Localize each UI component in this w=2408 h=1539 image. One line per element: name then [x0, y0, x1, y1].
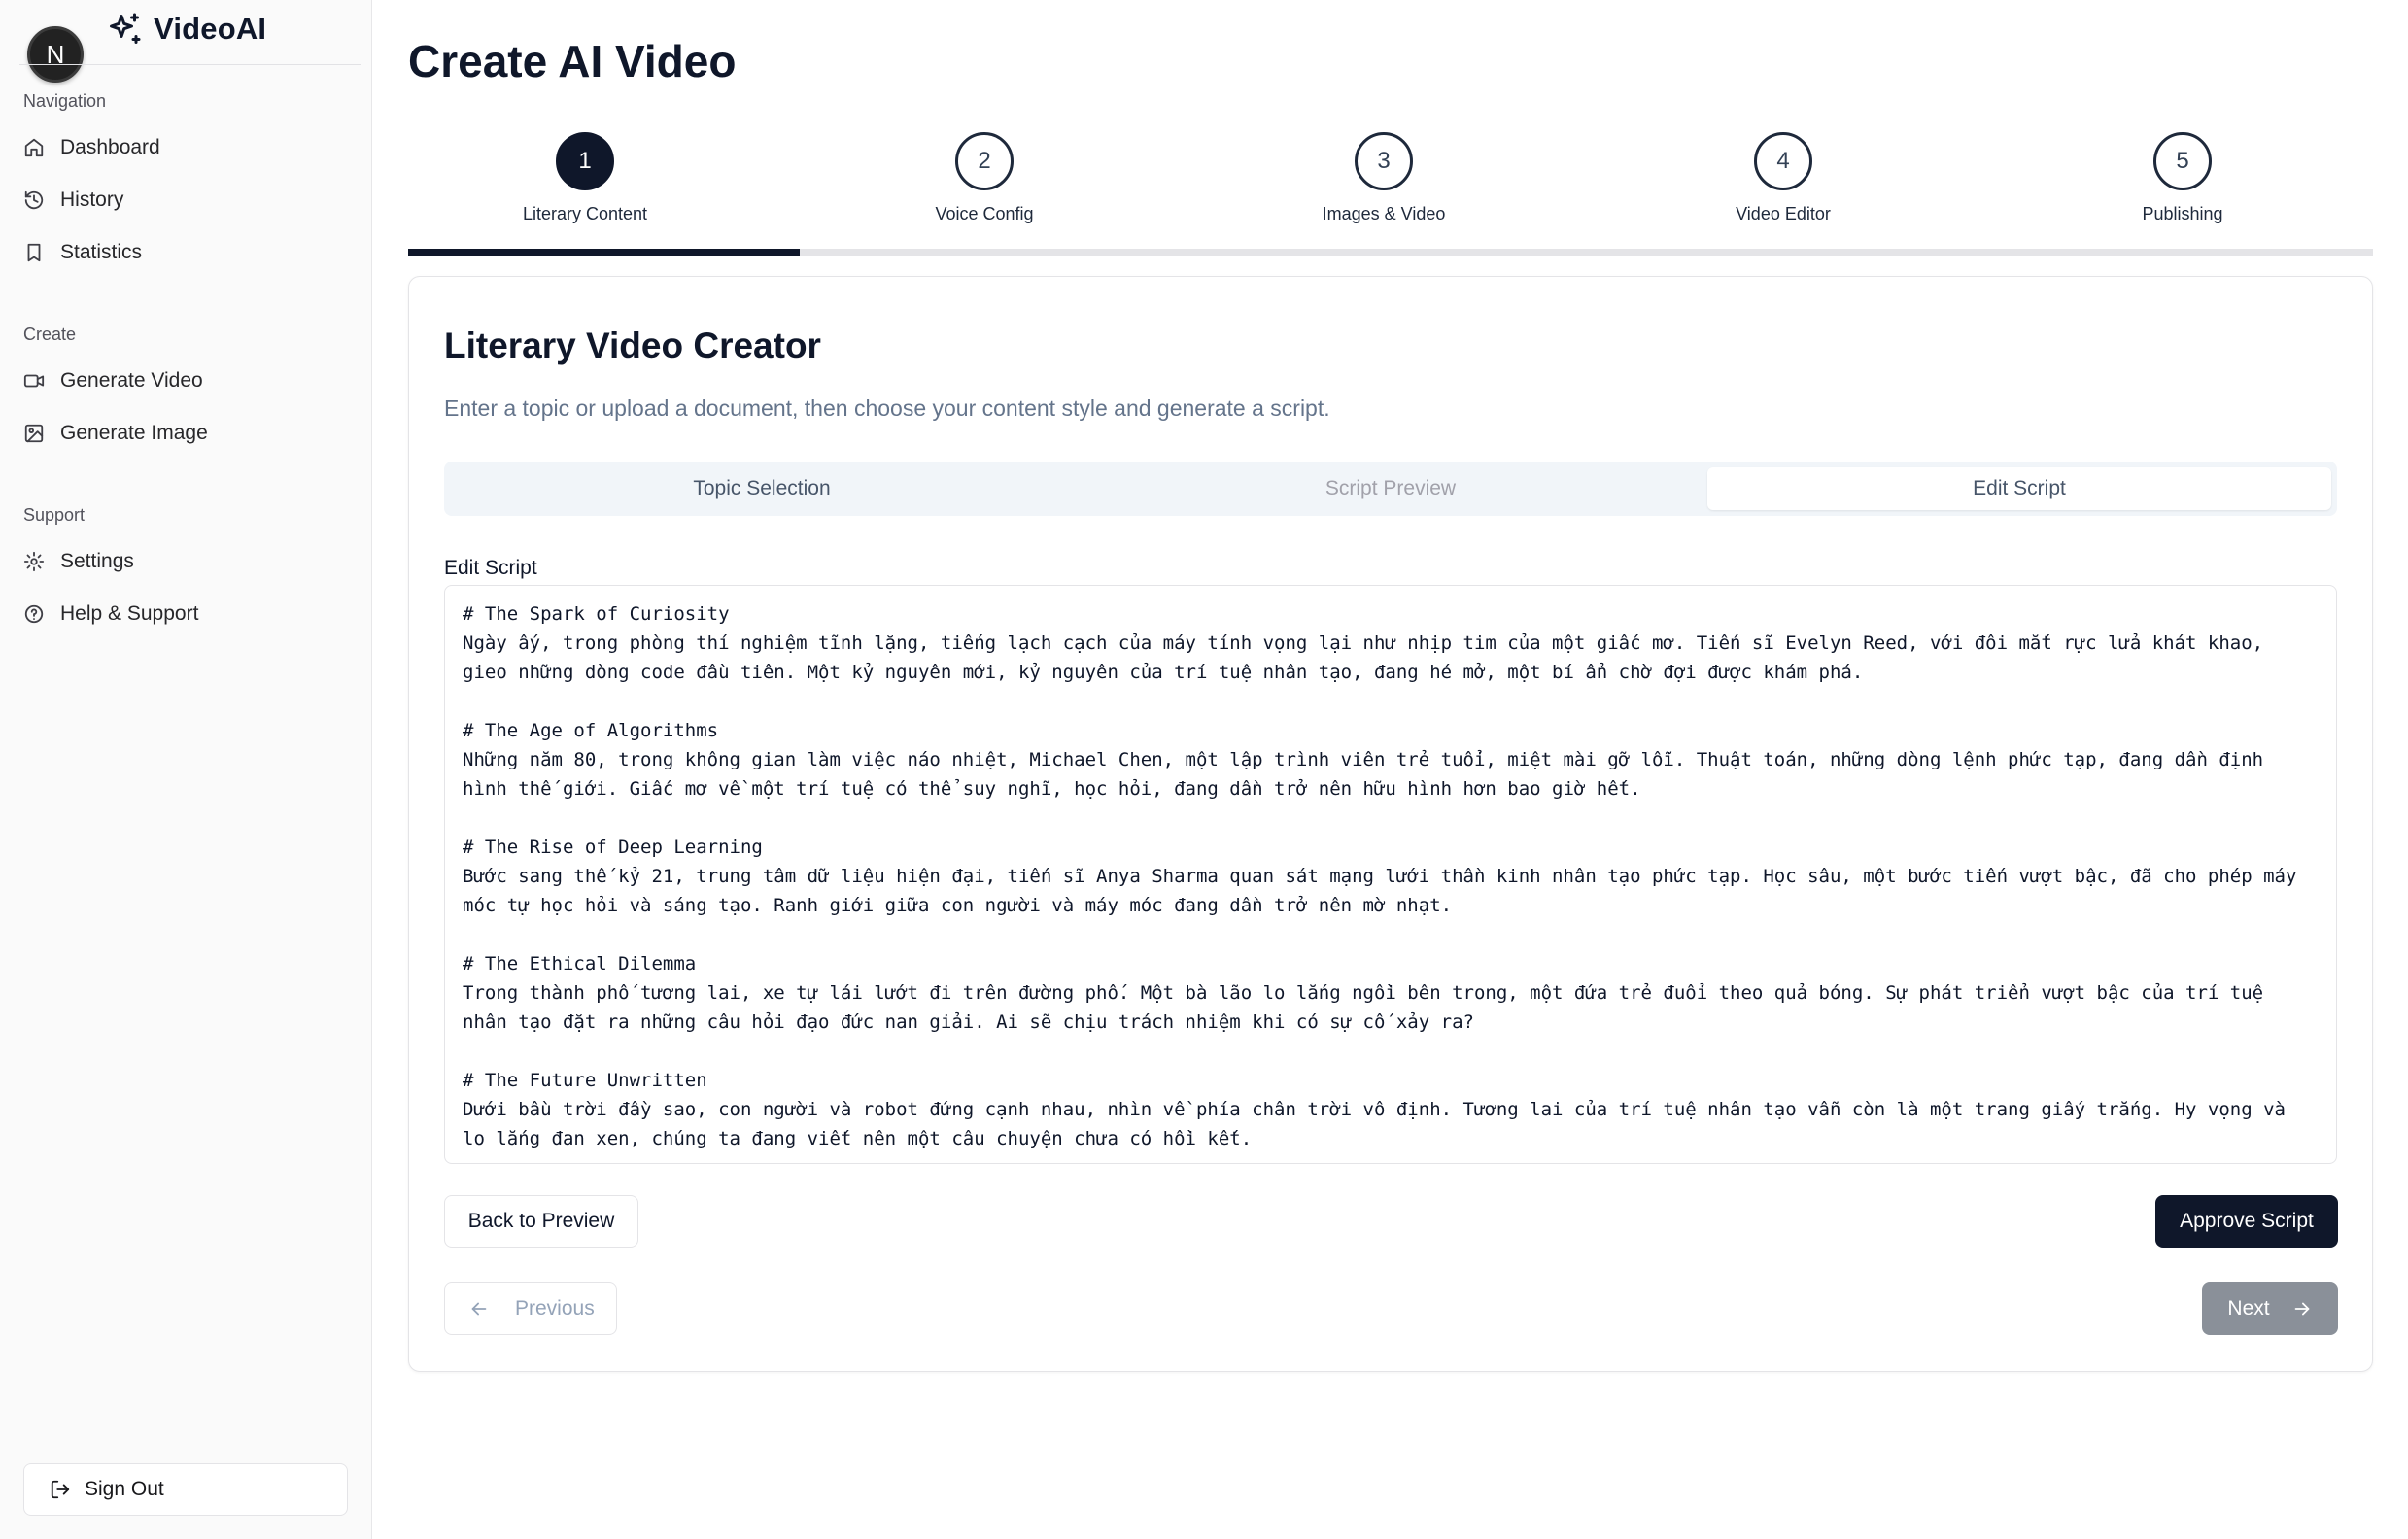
nav-section-support: Support [23, 505, 86, 525]
brand-divider [19, 64, 361, 65]
nav-section-navigation: Navigation [23, 91, 107, 111]
script-line: gieo những dòng code đầu tiên. Một kỷ ng… [463, 662, 1864, 683]
sidebar-item-help-support[interactable]: Help & Support [23, 595, 198, 633]
sign-out-label: Sign Out [85, 1478, 164, 1500]
sidebar-item-dashboard[interactable]: Dashboard [23, 128, 160, 167]
sidebar-item-statistics[interactable]: Statistics [23, 233, 142, 272]
next-label: Next [2227, 1297, 2270, 1319]
script-line: # The Age of Algorithms [463, 720, 719, 741]
bookmark-icon [27, 243, 41, 262]
edit-script-label: Edit Script [444, 557, 537, 579]
sidebar-item-history[interactable]: History [23, 181, 123, 220]
script-line [463, 687, 2319, 716]
script-line: # The Spark of Curiosity [463, 603, 730, 625]
tab-script-preview[interactable]: Script Preview [1079, 467, 1703, 510]
card-title: Literary Video Creator [444, 325, 821, 365]
step-voice-config[interactable]: 2 Voice Config [839, 132, 1130, 224]
sidebar-item-label: Generate Image [60, 422, 208, 444]
step-label: Literary Content [522, 204, 648, 223]
sidebar-item-settings[interactable]: Settings [23, 542, 134, 581]
sidebar-item-label: Dashboard [60, 136, 160, 158]
progress-fill [408, 249, 800, 256]
next-button[interactable]: Next [2202, 1282, 2338, 1335]
log-out-icon [51, 1480, 70, 1499]
step-video-editor[interactable]: 4 Video Editor [1637, 132, 1929, 224]
script-line: Bước sang thế kỷ 21, trung tâm dữ liệu h… [463, 866, 2297, 887]
script-tabs: Topic Selection Script Preview Edit Scri… [444, 462, 2337, 516]
app-name: VideoAI [154, 12, 267, 46]
gear-icon [23, 551, 45, 572]
image-icon [24, 424, 44, 443]
help-circle-icon [24, 604, 44, 624]
previous-button[interactable]: Previous [444, 1282, 617, 1335]
script-line: nhân tạo đặt ra những câu hỏi đạo đức na… [463, 1011, 1474, 1033]
history-icon [24, 190, 44, 210]
sidebar-item-generate-image[interactable]: Generate Image [23, 414, 208, 453]
step-label: Images & Video [1322, 204, 1446, 223]
arrow-left-icon [471, 1302, 487, 1316]
brand-logo[interactable]: VideoAI [107, 12, 266, 47]
script-line: móc tự học hỏi và sáng tạo. Ranh giới gi… [463, 895, 1453, 916]
step-number: 2 [955, 132, 1014, 190]
home-icon [24, 138, 44, 157]
step-number: 5 [2153, 132, 2212, 190]
sidebar: N VideoAI Navigation Dashboard History S… [0, 0, 372, 1539]
script-line: Những năm 80, trong không gian làm việc … [463, 749, 2264, 770]
sparkles-icon [110, 13, 141, 44]
step-literary-content[interactable]: 1 Literary Content [439, 132, 731, 224]
back-to-preview-button[interactable]: Back to Preview [444, 1195, 638, 1248]
script-line: Ngày ấy, trong phòng thí nghiệm tĩnh lặn… [463, 633, 2264, 654]
avatar[interactable]: N [27, 26, 84, 83]
script-line [463, 1037, 2319, 1066]
arrow-right-icon [2294, 1302, 2309, 1316]
step-label: Publishing [2142, 204, 2223, 223]
script-line: lo lắng đan xen, chúng ta đang viết nên … [463, 1128, 1253, 1149]
script-line [463, 920, 2319, 949]
script-line: # The Rise of Deep Learning [463, 837, 763, 858]
script-line: Dưới bầu trời đầy sao, con người và robo… [463, 1099, 2286, 1120]
step-publishing[interactable]: 5 Publishing [2037, 132, 2328, 224]
step-images-video[interactable]: 3 Images & Video [1238, 132, 1530, 224]
script-line [463, 804, 2319, 833]
sidebar-item-label: History [60, 188, 124, 211]
stepper: 1 Literary Content 2 Voice Config 3 Imag… [408, 132, 2373, 258]
literary-video-creator-card: Literary Video Creator Enter a topic or … [408, 276, 2373, 1372]
sidebar-item-label: Settings [60, 550, 134, 572]
sidebar-item-generate-video[interactable]: Generate Video [23, 361, 203, 400]
script-line: # The Future Unwritten [463, 1070, 707, 1091]
script-editor[interactable]: # The Spark of Curiosity Ngày ấy, trong p… [444, 585, 2337, 1164]
sidebar-item-label: Statistics [60, 241, 143, 263]
approve-script-button[interactable]: Approve Script [2155, 1195, 2338, 1248]
step-label: Video Editor [1736, 204, 1831, 223]
page-title: Create AI Video [408, 36, 737, 86]
video-icon [23, 374, 45, 388]
sign-out-button[interactable]: Sign Out [23, 1463, 348, 1516]
script-line: # The Ethical Dilemma [463, 953, 697, 975]
step-number: 3 [1355, 132, 1413, 190]
step-label: Voice Config [935, 204, 1034, 223]
nav-section-create: Create [23, 325, 77, 344]
card-subtitle: Enter a topic or upload a document, then… [444, 395, 1330, 421]
script-line: hình thế giới. Giấc mơ về một trí tuệ có… [463, 778, 1641, 800]
sidebar-item-label: Help & Support [60, 602, 199, 625]
previous-label: Previous [515, 1297, 595, 1319]
tab-edit-script[interactable]: Edit Script [1707, 467, 2331, 510]
step-number: 4 [1754, 132, 1812, 190]
script-line: Trong thành phố tương lai, xe tự lái lướ… [463, 982, 2264, 1004]
step-number: 1 [556, 132, 614, 190]
tab-topic-selection[interactable]: Topic Selection [450, 467, 1074, 510]
sidebar-item-label: Generate Video [60, 369, 203, 392]
